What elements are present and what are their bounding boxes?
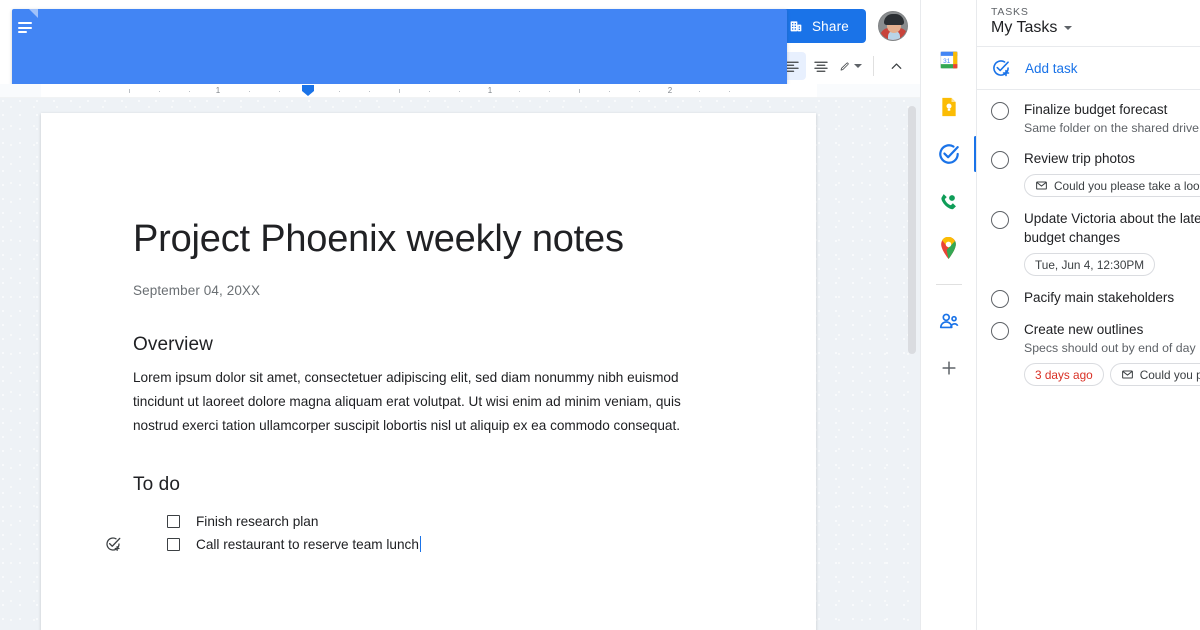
add-to-tasks-icon[interactable] xyxy=(104,535,122,553)
task-title: Finalize budget forecast xyxy=(1024,102,1168,117)
document-heading: Project Phoenix weekly notes xyxy=(133,218,624,260)
task-chips: Could you please take a look at... xyxy=(1024,174,1200,197)
user-avatar[interactable] xyxy=(878,11,908,41)
vertical-scrollbar[interactable] xyxy=(907,98,917,630)
task-chip-label: Could you please take a look at... xyxy=(1054,178,1200,193)
task-chip-label: Tue, Jun 4, 12:30PM xyxy=(1035,257,1145,272)
side-rail: 31 xyxy=(920,0,977,630)
task-chips: Tue, Jun 4, 12:30PM xyxy=(1024,253,1200,276)
ruler-number: 2 xyxy=(667,86,673,95)
tasks-kicker: TASKS xyxy=(991,6,1029,18)
add-task-row[interactable]: Add task xyxy=(977,47,1200,90)
ruler[interactable]: 1 1 2 xyxy=(0,84,920,98)
task-checkbox[interactable] xyxy=(991,211,1009,229)
share-lock-icon xyxy=(788,18,804,34)
task-checkbox[interactable] xyxy=(991,322,1009,340)
task-title: Review trip photos xyxy=(1024,151,1136,166)
task-chip-link[interactable]: Could you please take a look at... xyxy=(1024,174,1200,197)
mail-icon xyxy=(1035,179,1048,192)
task-item[interactable]: Create new outlines Specs should out by … xyxy=(977,314,1200,392)
rail-divider xyxy=(935,284,962,285)
todo-checkbox[interactable] xyxy=(167,514,180,528)
text-cursor xyxy=(419,536,422,553)
ruler-number: 1 xyxy=(215,86,221,95)
task-chip-link[interactable]: Could you pleas... xyxy=(1109,363,1200,386)
share-button-label: Share xyxy=(811,18,849,34)
todo-label: Call restaurant to reserve team lunch xyxy=(196,536,419,552)
todo-label: Finish research plan xyxy=(196,513,319,529)
google-keep-icon[interactable] xyxy=(935,93,963,121)
task-list-name: My Tasks xyxy=(991,19,1058,36)
chevron-up-icon[interactable] xyxy=(882,52,910,80)
task-note: Specs should out by end of day xyxy=(1024,341,1196,355)
task-note: Same folder on the shared drive xyxy=(1024,121,1199,135)
document-page[interactable]: Project Phoenix weekly notes September 0… xyxy=(41,113,816,630)
todo-item[interactable]: Finish research plan xyxy=(133,510,724,533)
ruler-number: 1 xyxy=(487,86,493,95)
task-title: Pacify main stakeholders xyxy=(1024,290,1175,305)
task-checkbox[interactable] xyxy=(991,102,1009,120)
task-item[interactable]: Pacify main stakeholders xyxy=(977,282,1200,314)
task-item[interactable]: Finalize budget forecast Same folder on … xyxy=(977,94,1200,143)
todo-checkbox[interactable] xyxy=(167,537,180,551)
task-list-select[interactable]: My Tasks xyxy=(991,19,1073,37)
add-addon-icon[interactable] xyxy=(935,354,963,382)
edit-mode-button[interactable] xyxy=(836,52,865,80)
todo-item[interactable]: Call restaurant to reserve team lunch xyxy=(106,533,724,556)
todo-list: Finish research plan Call restaurant to … xyxy=(106,510,724,556)
google-docs-editor: Project Phoenix weekly notes File Edit V… xyxy=(0,0,920,630)
svg-text:31: 31 xyxy=(943,58,951,65)
toolbar-divider xyxy=(873,56,875,76)
tasks-panel-header: TASKS My Tasks xyxy=(977,0,1200,47)
tasks-panel: TASKS My Tasks Add task Finalize budget … xyxy=(976,0,1200,630)
google-voice-icon[interactable] xyxy=(935,187,963,215)
google-maps-icon[interactable] xyxy=(935,234,963,262)
task-title: Update Victoria about the latest budget … xyxy=(1024,211,1200,245)
document-canvas: Project Phoenix weekly notes September 0… xyxy=(0,98,920,630)
google-calendar-icon[interactable]: 31 xyxy=(935,46,963,74)
task-item[interactable]: Review trip photos Could you please take… xyxy=(977,143,1200,203)
share-button[interactable]: Share xyxy=(773,9,866,43)
task-checkbox[interactable] xyxy=(991,151,1009,169)
add-task-icon xyxy=(991,58,1011,78)
task-chip-label: 3 days ago xyxy=(1035,367,1093,382)
google-tasks-icon[interactable] xyxy=(935,136,977,172)
task-list: Finalize budget forecast Same folder on … xyxy=(977,90,1200,630)
todo-heading: To do xyxy=(133,473,180,495)
chevron-down-icon xyxy=(1064,26,1073,30)
task-chip-overdue[interactable]: 3 days ago xyxy=(1024,363,1104,386)
task-title: Create new outlines xyxy=(1024,322,1144,337)
task-chip-due-date[interactable]: Tue, Jun 4, 12:30PM xyxy=(1024,253,1156,276)
add-task-label[interactable]: Add task xyxy=(1025,61,1200,76)
overview-heading: Overview xyxy=(133,333,213,355)
chevron-down-icon xyxy=(854,64,863,68)
document-date: September 04, 20XX xyxy=(133,282,261,298)
overview-paragraph: Lorem ipsum dolor sit amet, consectetuer… xyxy=(133,369,681,433)
align-center-icon[interactable] xyxy=(807,52,835,80)
task-chip-label: Could you pleas... xyxy=(1139,367,1200,382)
task-item[interactable]: Update Victoria about the latest budget … xyxy=(977,203,1200,282)
contacts-icon[interactable] xyxy=(935,307,963,335)
task-checkbox[interactable] xyxy=(991,290,1009,308)
task-chips: 3 days ago Could you pleas... xyxy=(1024,363,1200,386)
mail-icon xyxy=(1121,368,1134,381)
ruler-track: 1 1 2 xyxy=(41,84,817,97)
scrollbar-thumb[interactable] xyxy=(908,106,916,354)
google-docs-icon[interactable] xyxy=(12,9,787,629)
title-bar: Project Phoenix weekly notes File Edit V… xyxy=(0,0,920,629)
